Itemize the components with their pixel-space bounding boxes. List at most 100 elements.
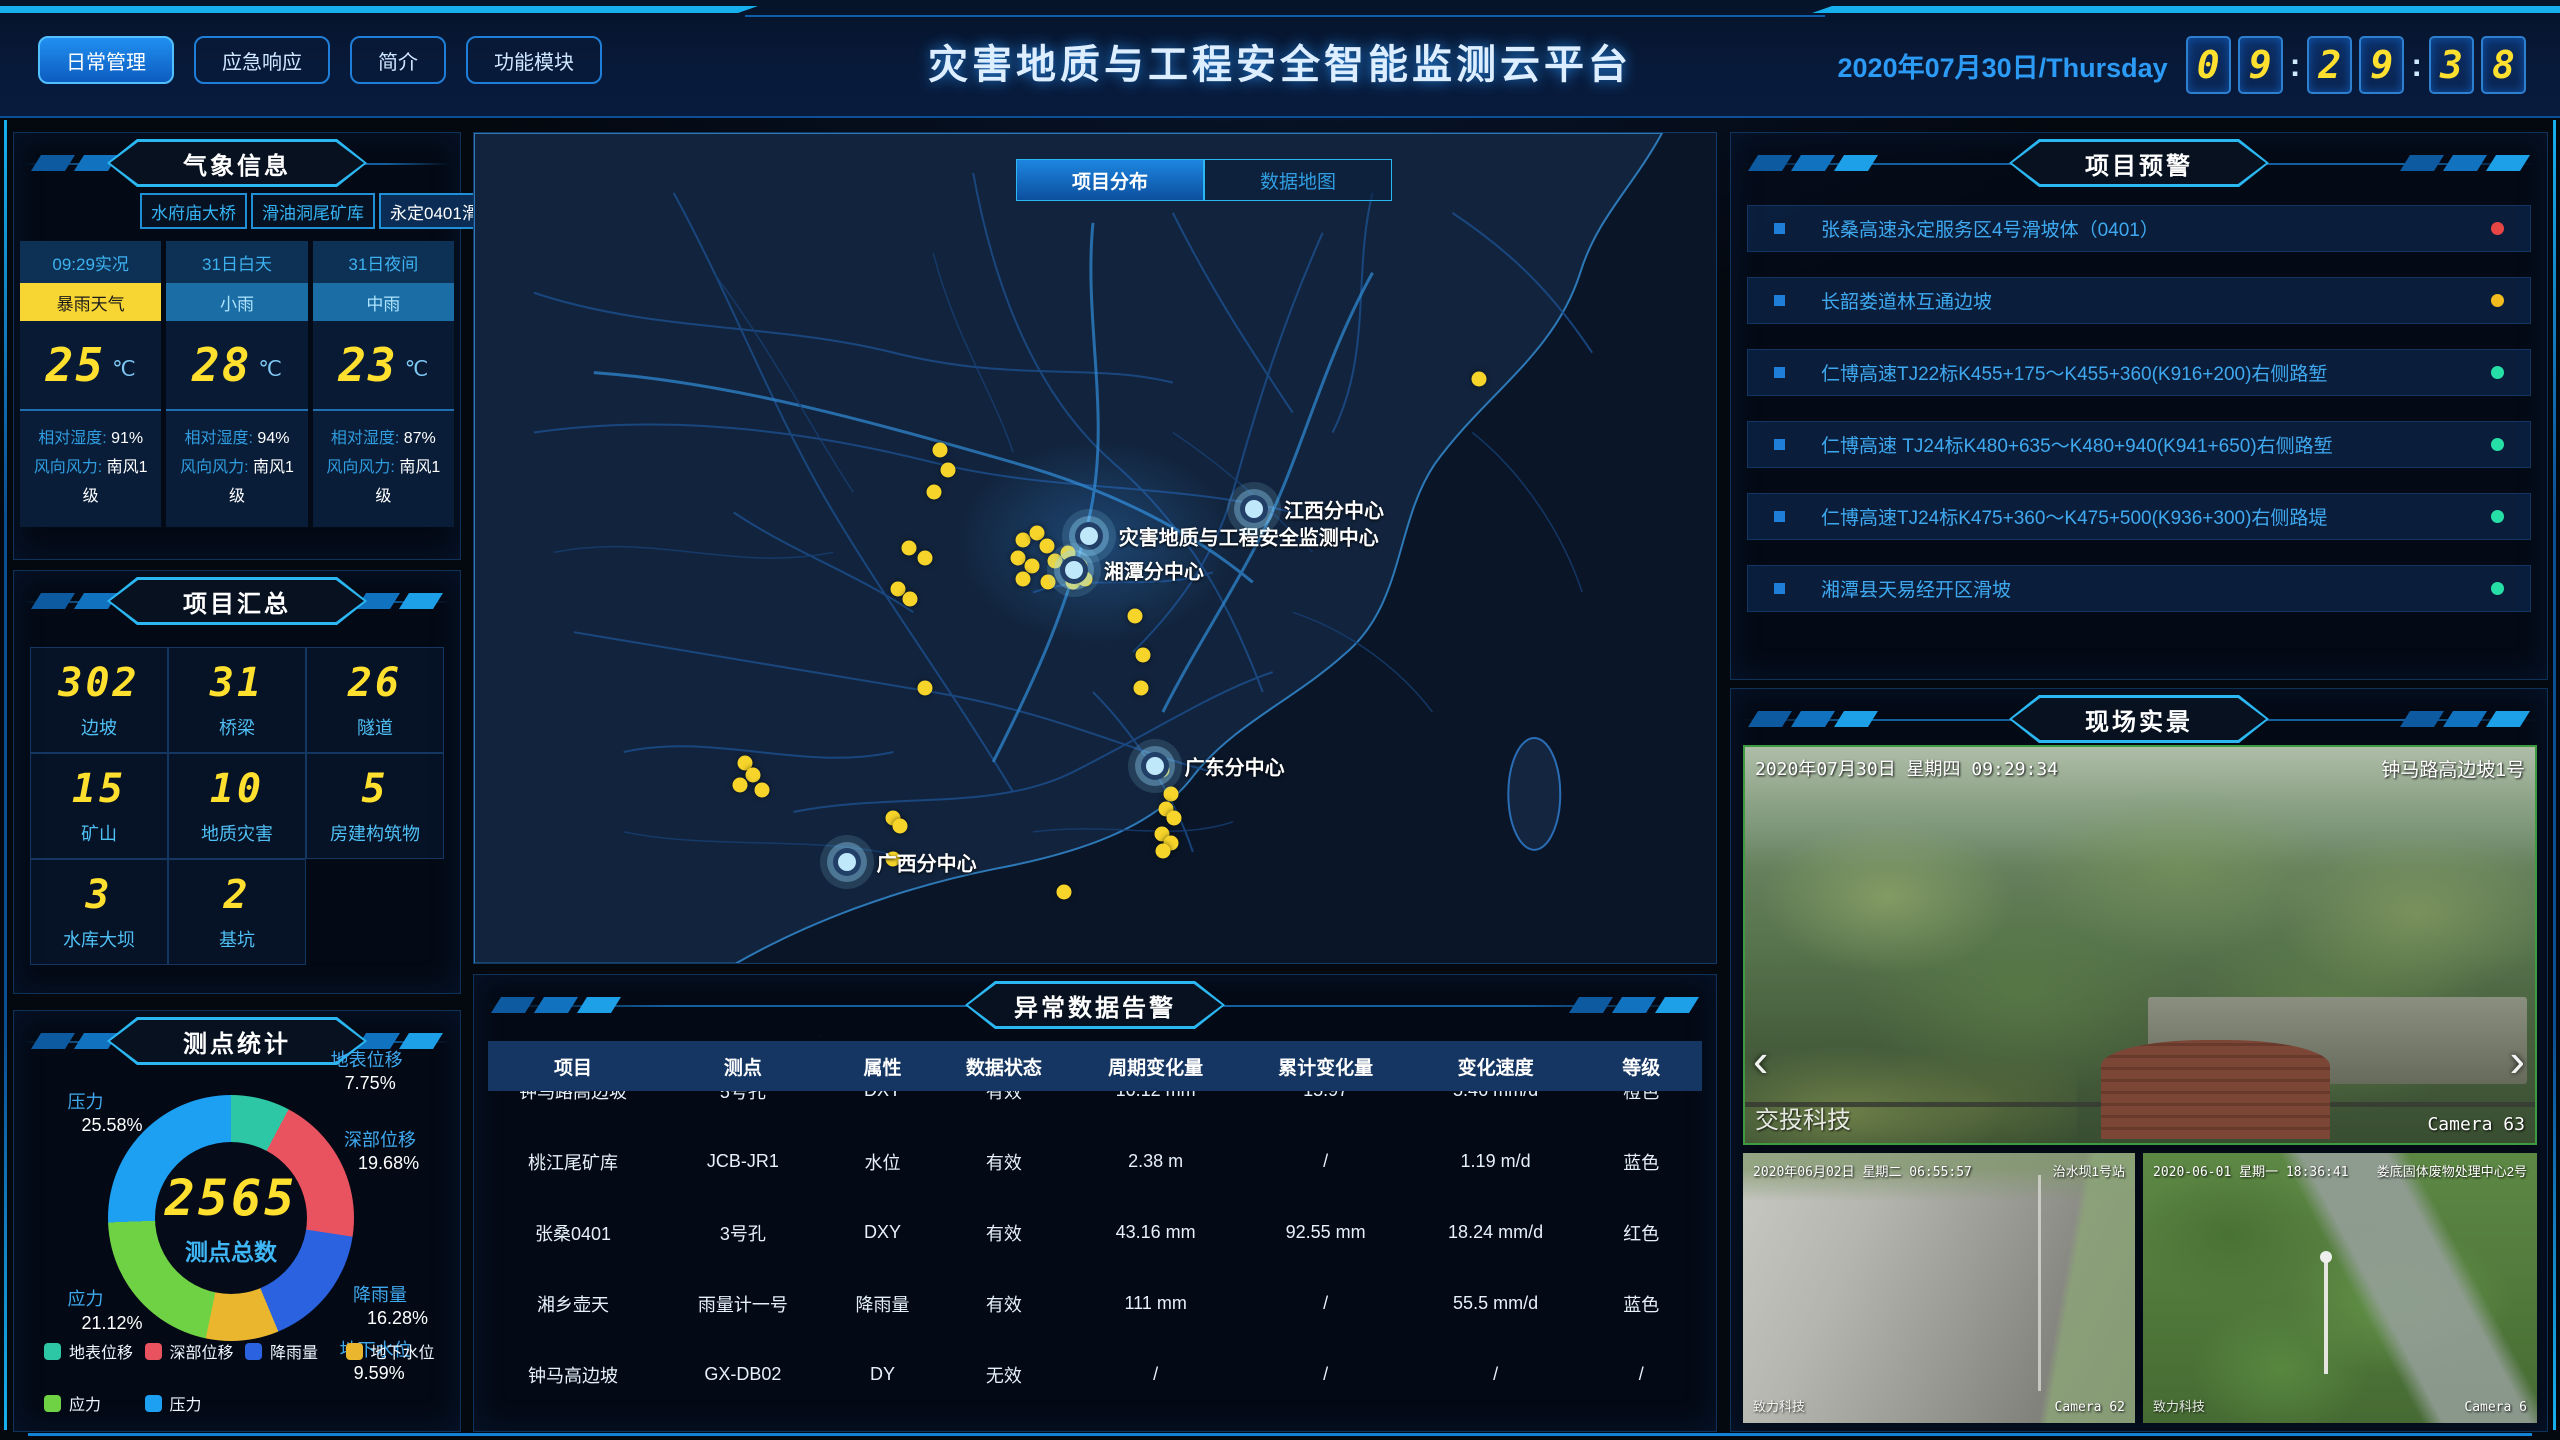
header-decoration xyxy=(2405,711,2525,727)
summary-value: 15 xyxy=(72,766,126,812)
legend-item[interactable]: 应力 xyxy=(44,1391,145,1415)
map-project-dot[interactable] xyxy=(1127,609,1142,624)
warning-list-item[interactable]: 仁博高速 TJ24标K480+635～K480+940(K941+650)右侧路… xyxy=(1747,421,2531,468)
donut-callout: 地表位移7.75% xyxy=(331,1049,403,1096)
legend-swatch xyxy=(145,1395,162,1412)
warning-list: 张桑高速永定服务区4号滑坡体（0401） 长韶娄道林互通边坡仁博高速TJ22标K4… xyxy=(1747,205,2531,637)
warning-list-item[interactable]: 张桑高速永定服务区4号滑坡体（0401） xyxy=(1747,205,2531,252)
clock-colon: : xyxy=(2411,47,2422,84)
live-view-title: 现场实景 xyxy=(2009,695,2269,743)
map-project-dot[interactable] xyxy=(755,783,770,798)
nav-modules-button[interactable]: 功能模块 xyxy=(466,36,602,84)
table-cell: 有效 xyxy=(937,1291,1071,1317)
weather-column-day: 31日白天 小雨 28 ℃ 相对湿度: 94% 风向风力: 南风1级 xyxy=(166,241,307,527)
map-project-dot[interactable] xyxy=(932,443,947,458)
panel-header: 异常数据告警 xyxy=(474,981,1716,1033)
map-tab-project-distribution[interactable]: 项目分布 xyxy=(1016,159,1204,201)
map-center-marker-label: 江西分中心 xyxy=(1284,494,1384,523)
table-row[interactable]: 张桑0401ZS0401-DB1DXY有效8.86 mm23.16mm3.83 … xyxy=(488,1410,1702,1431)
legend-item[interactable]: 地下水位 xyxy=(346,1339,447,1363)
warning-list-item[interactable]: 仁博高速TJ22标K455+175～K455+360(K916+200)右侧路堑 xyxy=(1747,349,2531,396)
map-project-dot[interactable] xyxy=(893,819,908,834)
legend-item[interactable]: 地表位移 xyxy=(44,1339,145,1363)
warning-bullet-icon xyxy=(1774,223,1785,234)
summary-value: 3 xyxy=(85,872,112,918)
map-project-dot[interactable] xyxy=(1133,681,1148,696)
table-cell: 蓝色 xyxy=(1581,1291,1702,1317)
datetime: 2020年07月30日/Thursday 09:29:38 xyxy=(1838,36,2526,94)
thumbnail-camera-feed-1[interactable]: 2020年06月02日 星期二 06:55:57 治水坝1号站 致力科技 Cam… xyxy=(1743,1153,2135,1423)
map-project-dot[interactable] xyxy=(926,485,941,500)
map-project-dot[interactable] xyxy=(1029,526,1044,541)
summary-value: 2 xyxy=(223,872,250,918)
camera-location-label: 治水坝1号站 xyxy=(2053,1161,2125,1180)
map-project-dot[interactable] xyxy=(1136,648,1151,663)
map-project-dot[interactable] xyxy=(941,462,956,477)
map-project-dot[interactable] xyxy=(902,591,917,606)
map-project-dot[interactable] xyxy=(1015,571,1030,586)
camera-prev-arrow[interactable]: ‹ xyxy=(1753,1037,1768,1083)
map-project-dot[interactable] xyxy=(1163,786,1178,801)
thumbnail-camera-feed-2[interactable]: 2020-06-01 星期一 18:36:41 娄底固体废物处理中心2号 致力科… xyxy=(2143,1153,2537,1423)
main-camera-feed[interactable]: 2020年07月30日 星期四 09:29:34 钟马路高边坡1号 交投科技 C… xyxy=(1743,745,2537,1145)
warning-status-dot xyxy=(2491,366,2504,379)
weather-panel-title: 气象信息 xyxy=(107,139,367,187)
warning-list-item[interactable]: 长韶娄道林互通边坡 xyxy=(1747,277,2531,324)
table-row[interactable]: 钟马路高边坡5号孔DXY有效10.12 mm15.975.46 mm/d橙色 xyxy=(488,1091,1702,1126)
map-center-marker[interactable]: 广西分中心 xyxy=(833,848,861,876)
alarm-table-header: 项目测点属性数据状态周期变化量累计变化量变化速度等级 xyxy=(488,1041,1702,1091)
map-project-dot[interactable] xyxy=(1015,532,1030,547)
weather-tab-huayoudong[interactable]: 滑油洞尾矿库 xyxy=(251,193,375,229)
table-row[interactable]: 湘乡壶天雨量计一号降雨量有效111 mm/55.5 mm/d蓝色 xyxy=(488,1268,1702,1339)
map-project-dot[interactable] xyxy=(1156,843,1171,858)
table-cell: 92.55 mm xyxy=(1241,1222,1411,1243)
map-project-dot[interactable] xyxy=(732,778,747,793)
map-project-dot[interactable] xyxy=(917,550,932,565)
map-project-dot[interactable] xyxy=(1167,810,1182,825)
camera-next-arrow[interactable]: › xyxy=(2510,1037,2525,1083)
camera-timestamp: 2020-06-01 星期一 18:36:41 xyxy=(2153,1161,2349,1180)
map-project-dot[interactable] xyxy=(1471,371,1486,386)
summary-cell: 31桥梁 xyxy=(168,647,306,753)
table-cell: 5号孔 xyxy=(658,1091,828,1104)
nav-intro-button[interactable]: 简介 xyxy=(350,36,446,84)
legend-item[interactable]: 深部位移 xyxy=(145,1339,246,1363)
table-cell: GX-DB02 xyxy=(658,1364,828,1385)
donut-callout: 降雨量16.28% xyxy=(353,1284,428,1331)
legend-swatch xyxy=(44,1343,61,1360)
legend-item[interactable]: 降雨量 xyxy=(245,1339,346,1363)
table-row[interactable]: 钟马高边坡GX-DB02DY无效//// xyxy=(488,1339,1702,1410)
table-row[interactable]: 桃江尾矿库JCB-JR1水位有效2.38 m/1.19 m/d蓝色 xyxy=(488,1126,1702,1197)
map-center-marker[interactable]: 灾害地质与工程安全监测中心 xyxy=(1075,522,1103,550)
map-project-dot[interactable] xyxy=(1056,884,1071,899)
warning-text: 仁博高速TJ24标K475+360～K475+500(K936+300)右侧路堤 xyxy=(1821,503,2491,530)
alarm-column-header: 数据状态 xyxy=(937,1053,1071,1080)
nav-emergency-response-button[interactable]: 应急响应 xyxy=(194,36,330,84)
warning-bullet-icon xyxy=(1774,367,1785,378)
table-cell: 无效 xyxy=(937,1362,1071,1388)
map-project-dot[interactable] xyxy=(917,681,932,696)
map-project-dot[interactable] xyxy=(1040,575,1055,590)
weather-tab-shuifumiao[interactable]: 水府庙大桥 xyxy=(140,193,247,229)
map-tab-data-map[interactable]: 数据地图 xyxy=(1204,159,1392,201)
header-decoration xyxy=(1753,711,1873,727)
map-center-marker[interactable]: 广东分中心 xyxy=(1141,752,1169,780)
chart-legend: 地表位移深部位移降雨量地下水位应力压力 xyxy=(44,1339,446,1415)
table-cell: 橙色 xyxy=(1581,1091,1702,1104)
map-project-dot[interactable] xyxy=(901,541,916,556)
legend-item[interactable]: 压力 xyxy=(145,1391,246,1415)
alarm-table-body[interactable]: 钟马路高边坡5号孔DXY有效10.12 mm15.975.46 mm/d橙色桃江… xyxy=(488,1091,1702,1431)
map-project-dot[interactable] xyxy=(1039,539,1054,554)
map-project-dot[interactable] xyxy=(1010,550,1025,565)
table-row[interactable]: 张桑04013号孔DXY有效43.16 mm92.55 mm18.24 mm/d… xyxy=(488,1197,1702,1268)
warning-list-item[interactable]: 湘潭县天易经开区滑坡 xyxy=(1747,565,2531,612)
nav-daily-management-button[interactable]: 日常管理 xyxy=(38,36,174,84)
map-center-marker[interactable]: 江西分中心 xyxy=(1240,495,1268,523)
map-project-dot[interactable] xyxy=(746,767,761,782)
weather-column-now: 09:29实况 暴雨天气 25 ℃ 相对湿度: 91% 风向风力: 南风1级 xyxy=(20,241,161,527)
clock-digit: 9 xyxy=(2359,36,2404,94)
table-cell: 43.16 mm xyxy=(1071,1222,1241,1243)
camera-scene-decoration xyxy=(2324,1261,2328,1374)
warning-list-item[interactable]: 仁博高速TJ24标K475+360～K475+500(K936+300)右侧路堤 xyxy=(1747,493,2531,540)
map-center-marker[interactable]: 湘潭分中心 xyxy=(1060,556,1088,584)
